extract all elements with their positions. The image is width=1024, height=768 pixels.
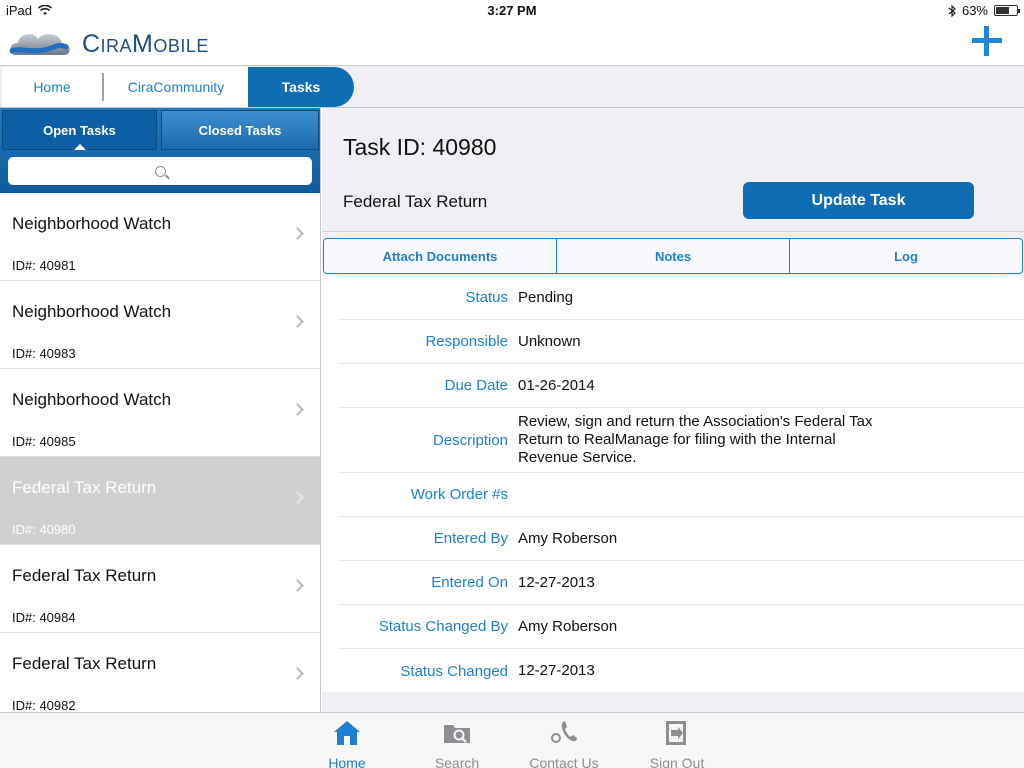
task-id-title: Task ID: 40980	[343, 134, 497, 160]
search-input[interactable]	[8, 157, 312, 185]
tabbar-sign-out[interactable]: Sign Out	[632, 719, 722, 768]
task-fields: Status Pending Responsible Unknown Due D…	[322, 276, 1024, 692]
field-row-status-changed: Status Changed 12-27-2013	[338, 649, 1024, 693]
field-row-work-order: Work Order #s	[338, 473, 1024, 517]
status-right: 63%	[948, 3, 1020, 18]
clock: 3:27 PM	[487, 3, 537, 18]
task-list-item[interactable]: Neighborhood Watch ID#: 40985	[0, 369, 320, 457]
field-label: Status Changed	[400, 662, 508, 680]
phone-icon	[551, 721, 577, 743]
field-row-due-date: Due Date 01-26-2014	[338, 364, 1024, 408]
task-title: Neighborhood Watch	[12, 390, 172, 409]
task-title: Federal Tax Return	[12, 654, 157, 673]
chevron-right-icon	[291, 403, 304, 416]
field-value: 01-26-2014	[518, 376, 595, 394]
tab-home[interactable]: Home	[2, 67, 102, 107]
bluetooth-icon	[948, 4, 956, 17]
field-value: Review, sign and return the Association'…	[518, 413, 873, 466]
battery-percent: 63%	[961, 3, 988, 18]
field-row-responsible: Responsible Unknown	[338, 320, 1024, 364]
field-value: Pending	[518, 288, 574, 306]
search-icon	[154, 165, 166, 177]
task-title: Neighborhood Watch	[12, 302, 172, 321]
field-row-description: Description Review, sign and return the …	[338, 408, 1024, 473]
tabbar-search[interactable]: Search	[412, 719, 502, 768]
field-value: Amy Roberson	[518, 529, 618, 547]
tabbar-label: Sign Out	[649, 755, 705, 768]
field-label: Due Date	[444, 377, 508, 394]
task-title: Neighborhood Watch	[12, 214, 172, 233]
bottom-tab-bar: Home Search Contact Us Sign Out	[0, 712, 1024, 768]
app-name: CiraMobile	[82, 29, 209, 58]
tabbar-label: Search	[434, 755, 480, 768]
chevron-right-icon	[291, 667, 304, 680]
field-row-entered-by: Entered By Amy Roberson	[338, 517, 1024, 561]
task-id-label: ID#: 40983	[12, 346, 76, 361]
task-list-item[interactable]: Federal Tax Return ID#: 40982	[0, 633, 320, 712]
chevron-right-icon	[291, 491, 304, 504]
tab-notes[interactable]: Notes	[557, 239, 790, 273]
field-row-entered-on: Entered On 12-27-2013	[338, 561, 1024, 605]
chevron-right-icon	[291, 315, 304, 328]
chevron-right-icon	[291, 579, 304, 592]
task-list-pane: Open Tasks Closed Tasks Neighborhood Wat…	[0, 108, 321, 712]
task-id-label: ID#: 40982	[12, 698, 76, 712]
segment-caret-icon	[74, 144, 86, 150]
task-list-item[interactable]: Neighborhood Watch ID#: 40981	[0, 193, 320, 281]
tabbar-contact-us[interactable]: Contact Us	[519, 719, 609, 768]
task-list-item[interactable]: Federal Tax Return ID#: 40984	[0, 545, 320, 633]
battery-level	[996, 7, 1009, 14]
task-id-label: ID#: 40985	[12, 434, 76, 449]
task-id-label: ID#: 40980	[12, 522, 76, 537]
detail-subtabs: Attach Documents Notes Log	[323, 238, 1023, 274]
field-label: Work Order #s	[410, 486, 508, 503]
field-label: Status Changed By	[378, 618, 508, 635]
cloud-logo-icon	[9, 34, 70, 55]
field-label: Responsible	[425, 333, 508, 350]
task-list-item-selected[interactable]: Federal Tax Return ID#: 40980	[0, 457, 320, 545]
top-nav-tabs: Home CiraCommunity Tasks	[2, 67, 354, 107]
task-id-label: ID#: 40981	[12, 258, 76, 273]
field-label: Description	[432, 431, 508, 449]
tabbar-home[interactable]: Home	[302, 719, 392, 768]
tabbar-label: Home	[328, 755, 366, 768]
chevron-right-icon	[291, 227, 304, 240]
task-list-item[interactable]: Neighborhood Watch ID#: 40983	[0, 281, 320, 369]
field-row-status-changed-by: Status Changed By Amy Roberson	[338, 605, 1024, 649]
home-icon	[334, 721, 360, 745]
field-value: 12-27-2013	[518, 573, 595, 591]
task-list: Neighborhood Watch ID#: 40981 Neighborho…	[0, 193, 320, 712]
app-header: CiraMobile	[0, 22, 1024, 65]
field-value: Unknown	[518, 332, 581, 350]
task-filter-bar: Open Tasks Closed Tasks	[0, 108, 320, 193]
tab-ciracommunity[interactable]: CiraCommunity	[102, 73, 248, 101]
field-row-status: Status Pending	[338, 276, 1024, 320]
task-title: Federal Tax Return	[12, 478, 157, 497]
search-folder-icon	[444, 725, 470, 743]
add-task-button[interactable]	[970, 24, 1004, 58]
field-label: Entered On	[431, 574, 508, 591]
top-nav: Home CiraCommunity Tasks	[0, 65, 1024, 108]
tabbar-label: Contact Us	[529, 755, 599, 768]
field-value: 12-27-2013	[518, 662, 595, 679]
closed-tasks-segment[interactable]: Closed Tasks	[161, 110, 319, 150]
tab-tasks[interactable]: Tasks	[248, 67, 354, 107]
field-label: Status	[465, 289, 508, 306]
task-id-label: ID#: 40984	[12, 610, 76, 625]
app-logo: CiraMobile	[6, 25, 209, 63]
tab-log[interactable]: Log	[790, 239, 1022, 273]
field-value: Amy Roberson	[518, 617, 618, 635]
task-name: Federal Tax Return	[343, 192, 488, 211]
status-bar: iPad 3:27 PM 63%	[0, 0, 1024, 22]
task-detail-header: Task ID: 40980 Federal Tax Return Update…	[322, 108, 1024, 232]
battery-icon	[994, 5, 1020, 16]
task-title: Federal Tax Return	[12, 566, 157, 585]
task-detail-pane: Task ID: 40980 Federal Tax Return Update…	[322, 108, 1024, 712]
update-task-button[interactable]: Update Task	[743, 182, 974, 219]
field-label: Entered By	[433, 530, 508, 547]
sign-out-icon	[666, 721, 686, 745]
tab-attach-documents[interactable]: Attach Documents	[324, 239, 557, 273]
